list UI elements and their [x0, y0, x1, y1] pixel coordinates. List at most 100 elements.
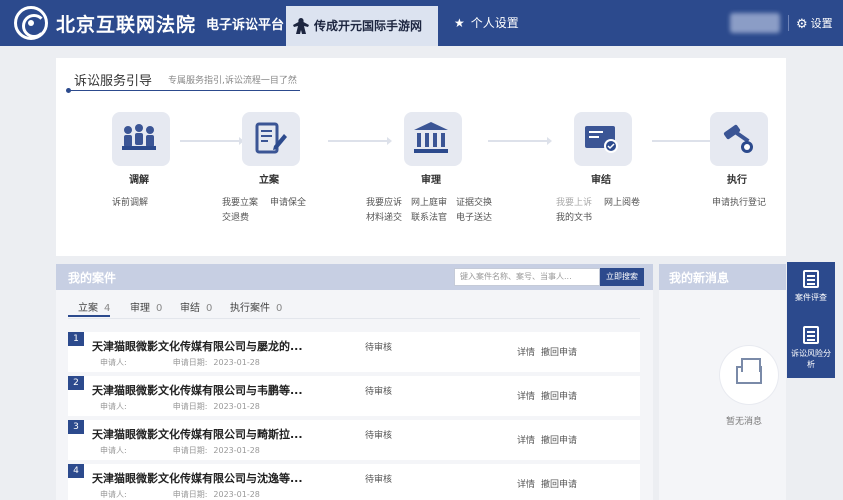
link-evidence-exchange[interactable]: 证据交换	[456, 195, 492, 208]
case-row[interactable]: 2 天津猫眼微影文化传媒有限公司与韦鹏等... 申请人: 申请日期: 2023-01…	[68, 376, 640, 416]
tab-execution-cases[interactable]: 执行案件 0	[230, 299, 282, 314]
case-meta: 申请人: 申请日期: 2023-01-28	[100, 445, 260, 456]
guide-title: 诉讼服务引导	[74, 74, 153, 89]
case-search-input[interactable]: 键入案件名称、案号、当事人...	[454, 268, 600, 286]
case-evaluation-button[interactable]: 案件评查	[787, 262, 835, 320]
withdraw-link[interactable]: 撤回申请	[541, 389, 577, 402]
header-divider	[788, 15, 789, 31]
detail-link[interactable]: 详情	[517, 389, 535, 402]
flow-arrow	[488, 137, 552, 145]
withdraw-link[interactable]: 撤回申请	[541, 433, 577, 446]
link-contact-judge[interactable]: 联系法官	[411, 210, 447, 223]
link-file-case[interactable]: 我要立案	[222, 195, 258, 208]
risk-analysis-icon	[803, 326, 819, 344]
link-my-documents[interactable]: 我的文书	[556, 210, 592, 223]
courthouse-icon	[404, 112, 462, 166]
link-electronic-service[interactable]: 电子送达	[456, 210, 492, 223]
case-date: 2023-01-28	[213, 402, 260, 411]
settings-button[interactable]: ⚙ 设置	[796, 15, 833, 32]
watermark-text: 传成开元国际手游网	[314, 19, 423, 33]
case-title[interactable]: 天津猫眼微影文化传媒有限公司与屡龙的...	[92, 338, 303, 354]
case-title[interactable]: 天津猫眼微影文化传媒有限公司与畸斯拉...	[92, 426, 303, 442]
case-status: 待审核	[365, 343, 393, 353]
withdraw-link[interactable]: 撤回申请	[541, 477, 577, 490]
link-online-hearing[interactable]: 网上庭审	[411, 195, 447, 208]
case-title[interactable]: 天津猫眼微影文化传媒有限公司与沈逸等...	[92, 470, 303, 486]
flow-arrow	[652, 137, 716, 145]
tab-label: 执行案件	[230, 303, 270, 314]
tab-count: 0	[206, 303, 213, 314]
active-tab-indicator	[68, 315, 110, 317]
case-status: 待审核	[365, 475, 393, 485]
flow-arrow	[328, 137, 392, 145]
empty-inbox-icon	[720, 346, 778, 404]
tab-count: 0	[276, 303, 283, 314]
case-number-badge: 4	[68, 464, 84, 478]
flow-arrow	[180, 137, 244, 145]
gear-icon: ⚙	[796, 17, 808, 32]
court-name[interactable]: 北京互联网法院	[56, 10, 196, 37]
tab-closed[interactable]: 审结 0	[180, 299, 212, 314]
case-title[interactable]: 天津猫眼微影文化传媒有限公司与韦鹏等...	[92, 382, 303, 398]
tab-label: 审理	[130, 303, 150, 314]
litigation-risk-button[interactable]: 诉讼风险分析	[787, 318, 835, 378]
applicant-label: 申请人:	[100, 402, 127, 411]
case-tabs: 立案 4 审理 0 审结 0 执行案件 0	[56, 294, 653, 319]
case-meta: 申请人: 申请日期: 2023-01-28	[100, 489, 260, 500]
watermark-overlay: 传成开元国际手游网	[286, 6, 438, 46]
applicant-label: 申请人:	[100, 446, 127, 455]
withdraw-link[interactable]: 撤回申请	[541, 345, 577, 358]
cases-title: 我的案件	[68, 271, 117, 285]
tab-trial[interactable]: 审理 0	[130, 299, 162, 314]
tab-count: 4	[104, 303, 111, 314]
meeple-icon	[293, 18, 309, 34]
user-name-blurred[interactable]	[730, 13, 780, 33]
case-row[interactable]: 4 天津猫眼微影文化传媒有限公司与沈逸等... 申请人: 申请日期: 2023-01…	[68, 464, 640, 500]
case-date: 2023-01-28	[213, 446, 260, 455]
applicant-label: 申请人:	[100, 490, 127, 499]
case-row[interactable]: 1 天津猫眼微影文化传媒有限公司与屡龙的... 申请人: 申请日期: 2023-01…	[68, 332, 640, 372]
link-apply-execution[interactable]: 申请执行登记	[712, 195, 766, 208]
link-online-file-review[interactable]: 网上阅卷	[604, 195, 640, 208]
messages-title: 我的新消息	[669, 271, 730, 285]
date-label: 申请日期:	[172, 490, 208, 499]
link-appeal[interactable]: 我要上诉	[556, 195, 592, 208]
step-label: 调解	[129, 175, 149, 186]
gavel-icon	[710, 112, 768, 166]
case-number-badge: 3	[68, 420, 84, 434]
case-row[interactable]: 3 天津猫眼微影文化传媒有限公司与畸斯拉... 申请人: 申请日期: 2023-01…	[68, 420, 640, 460]
cases-header: 我的案件 键入案件名称、案号、当事人... 立即搜索	[56, 264, 653, 290]
applicant-label: 申请人:	[100, 358, 127, 367]
guide-subtitle: 专属服务指引,诉讼流程一目了然	[168, 76, 297, 86]
tab-filing[interactable]: 立案 4	[78, 299, 110, 314]
case-status: 待审核	[365, 431, 393, 441]
date-label: 申请日期:	[172, 402, 208, 411]
step-label: 执行	[727, 175, 747, 186]
messages-header: 我的新消息	[659, 264, 786, 290]
link-respond-suit[interactable]: 我要应诉	[366, 195, 402, 208]
personal-settings-label: 个人设置	[470, 16, 519, 30]
litigation-risk-label: 诉讼风险分析	[791, 349, 831, 369]
document-search-icon	[803, 270, 819, 288]
case-meta: 申请人: 申请日期: 2023-01-28	[100, 401, 260, 412]
document-edit-icon	[242, 112, 300, 166]
no-messages-text: 暂无消息	[726, 417, 763, 427]
link-pay-refund-fees[interactable]: 交退费	[222, 210, 249, 223]
court-logo-icon[interactable]	[14, 6, 48, 40]
link-apply-preservation[interactable]: 申请保全	[270, 195, 306, 208]
date-label: 申请日期:	[172, 446, 208, 455]
my-cases-panel: 我的案件 键入案件名称、案号、当事人... 立即搜索 立案 4 审理 0 审结 0 执…	[56, 264, 653, 500]
link-pre-litigation-mediation[interactable]: 诉前调解	[112, 195, 148, 208]
step-label: 立案	[259, 175, 279, 186]
step-label: 审理	[421, 175, 441, 186]
date-label: 申请日期:	[172, 358, 208, 367]
personal-settings-link[interactable]: ★ 个人设置	[454, 14, 519, 31]
case-date: 2023-01-28	[213, 490, 260, 499]
detail-link[interactable]: 详情	[517, 477, 535, 490]
tab-label: 审结	[180, 303, 200, 314]
detail-link[interactable]: 详情	[517, 345, 535, 358]
case-number-badge: 2	[68, 376, 84, 390]
search-button[interactable]: 立即搜索	[600, 268, 644, 286]
link-submit-materials[interactable]: 材料递交	[366, 210, 402, 223]
detail-link[interactable]: 详情	[517, 433, 535, 446]
